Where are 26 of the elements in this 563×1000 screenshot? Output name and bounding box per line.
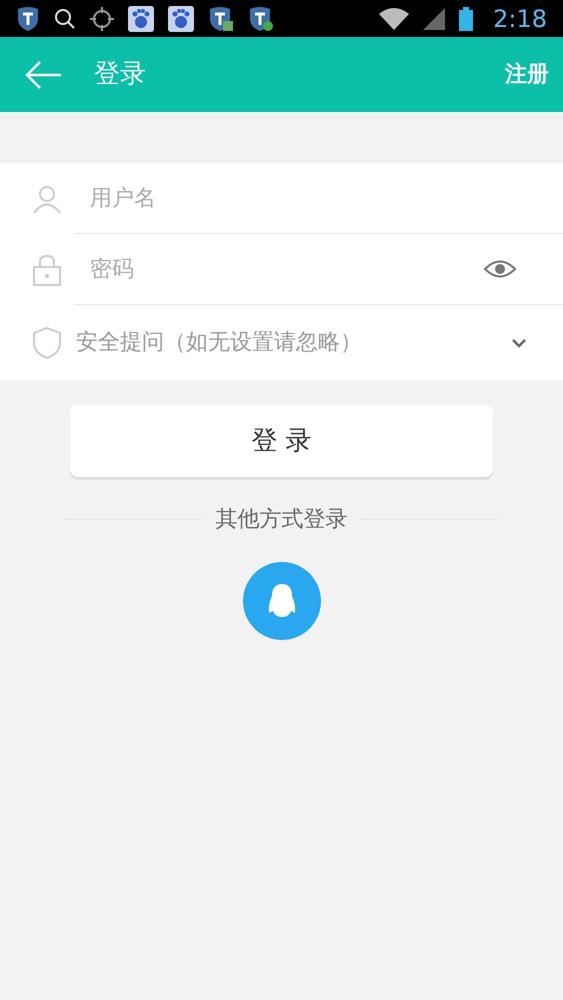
eye-icon[interactable] xyxy=(483,258,517,280)
search-icon xyxy=(54,8,76,30)
username-field[interactable]: 用户名 xyxy=(74,163,517,233)
login-button[interactable]: 登 录 xyxy=(70,405,493,477)
wifi-icon xyxy=(379,8,410,30)
signal-icon xyxy=(423,8,446,30)
crosshair-icon xyxy=(90,6,114,30)
lock-icon xyxy=(32,254,62,286)
shield-icon xyxy=(32,326,62,360)
status-time: 2:18 xyxy=(493,4,547,34)
password-row[interactable]: 密码 xyxy=(0,234,563,305)
page-title: 登录 xyxy=(94,58,146,91)
shield-icon xyxy=(16,6,40,32)
other-login-label: 其他方式登录 xyxy=(214,506,348,534)
username-row[interactable]: 用户名 xyxy=(0,163,563,234)
password-field[interactable]: 密码 xyxy=(74,234,483,304)
register-link[interactable]: 注册 xyxy=(505,58,549,91)
back-arrow-icon xyxy=(24,60,62,90)
shield-icon xyxy=(248,6,274,32)
paw-icon xyxy=(168,6,194,32)
paw-icon xyxy=(128,6,154,32)
battery-icon xyxy=(459,6,474,30)
user-icon xyxy=(32,184,62,214)
penguin-icon xyxy=(266,583,296,619)
chevron-down-icon[interactable] xyxy=(511,338,527,348)
shield-icon xyxy=(208,6,234,32)
